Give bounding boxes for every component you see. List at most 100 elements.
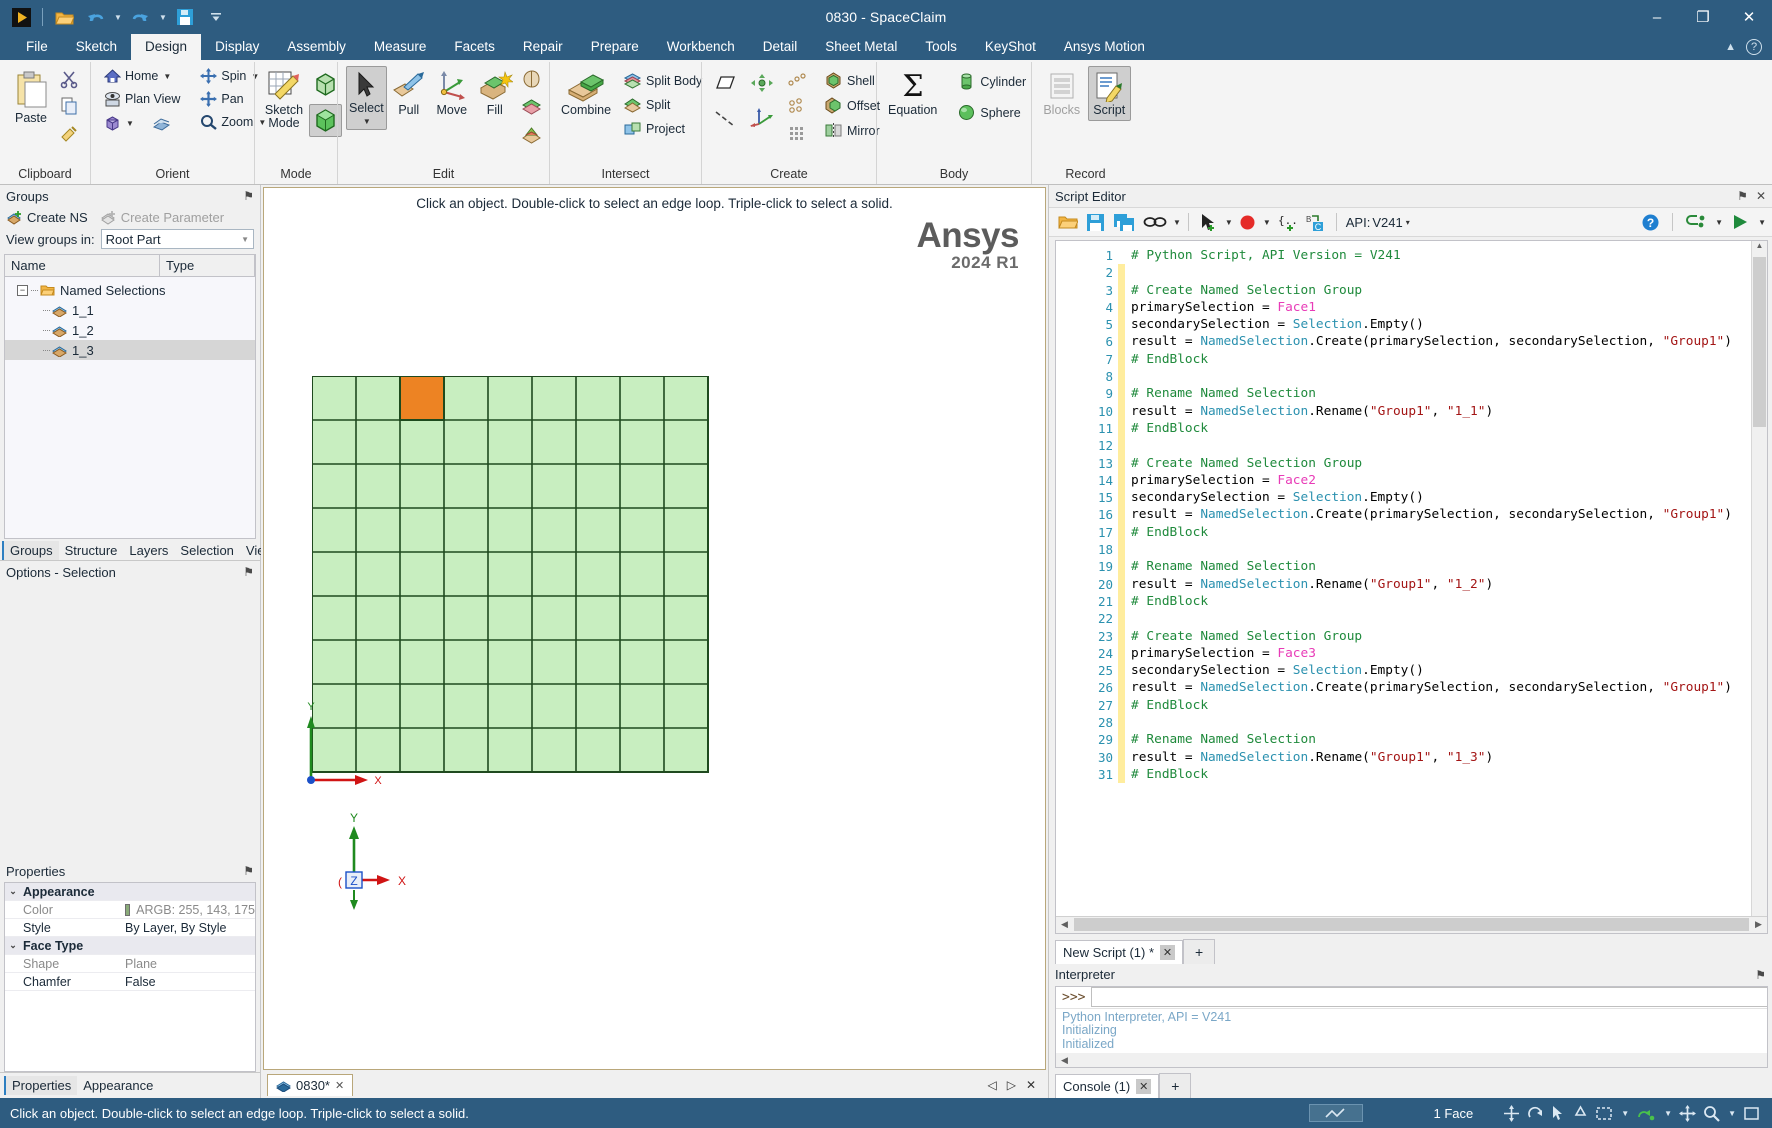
- pin-icon[interactable]: ⚑: [1737, 189, 1748, 203]
- project-button[interactable]: Project: [618, 118, 707, 139]
- tab-measure[interactable]: Measure: [360, 34, 441, 60]
- axis-icon[interactable]: [747, 104, 777, 130]
- code-vertical-scrollbar[interactable]: ▲: [1751, 241, 1767, 916]
- hscroll-thumb[interactable]: [1074, 918, 1749, 931]
- code-line[interactable]: # EndBlock: [1131, 593, 1767, 610]
- chevron-down-icon[interactable]: ⌄: [5, 886, 21, 897]
- convert-to-csharp-icon[interactable]: BC: [1303, 210, 1329, 235]
- app-menu-icon[interactable]: [7, 4, 35, 30]
- line-axis-icon[interactable]: [710, 106, 740, 132]
- property-row-chamfer[interactable]: Chamfer False: [5, 973, 255, 991]
- select-button[interactable]: Select ▼: [346, 66, 387, 131]
- customize-qat-icon[interactable]: [202, 4, 230, 30]
- tab-sheet-metal[interactable]: Sheet Metal: [811, 34, 911, 60]
- code-line[interactable]: result = NamedSelection.Create(primarySe…: [1131, 679, 1767, 696]
- home-button[interactable]: Home ▼: [99, 66, 185, 86]
- code-line[interactable]: secondarySelection = Selection.Empty(): [1131, 662, 1767, 679]
- tab-repair[interactable]: Repair: [509, 34, 577, 60]
- code-line[interactable]: # Rename Named Selection: [1131, 385, 1767, 402]
- code-line[interactable]: [1131, 264, 1767, 281]
- property-row-style[interactable]: Style By Layer, By Style: [5, 919, 255, 937]
- tab-file[interactable]: File: [12, 34, 62, 60]
- move-button[interactable]: Move: [431, 66, 473, 121]
- tab-structure[interactable]: Structure: [59, 541, 124, 560]
- code-line[interactable]: result = NamedSelection.Rename("Group1",…: [1131, 749, 1767, 766]
- circle-pattern-icon[interactable]: [784, 95, 812, 117]
- code-line[interactable]: # EndBlock: [1131, 524, 1767, 541]
- tab-selection[interactable]: Selection: [174, 541, 239, 560]
- pin-icon[interactable]: ⚑: [243, 565, 254, 579]
- anchor-icon[interactable]: [1573, 1104, 1588, 1122]
- equation-button[interactable]: Σ Equation: [885, 66, 940, 121]
- code-line[interactable]: primarySelection = Face3: [1131, 645, 1767, 662]
- api-dropdown-icon[interactable]: ▾: [1406, 218, 1410, 227]
- pull-button[interactable]: Pull: [388, 66, 430, 121]
- collapse-ribbon-icon[interactable]: ▲: [1725, 41, 1736, 53]
- view-cube-dropdown-icon[interactable]: ▼: [126, 119, 134, 128]
- select-insert-dropdown-icon[interactable]: ▼: [1225, 218, 1233, 227]
- nav-close-icon[interactable]: ✕: [1026, 1078, 1036, 1092]
- code-line[interactable]: # EndBlock: [1131, 351, 1767, 368]
- code-line[interactable]: secondarySelection = Selection.Empty(): [1131, 316, 1767, 333]
- scroll-up-icon[interactable]: ▲: [1752, 241, 1767, 257]
- move-cursor-icon[interactable]: [1503, 1104, 1520, 1122]
- tab-keyshot[interactable]: KeyShot: [971, 34, 1050, 60]
- code-line[interactable]: # Create Named Selection Group: [1131, 455, 1767, 472]
- tab-detail[interactable]: Detail: [749, 34, 812, 60]
- close-icon[interactable]: ✕: [335, 1079, 344, 1092]
- code-line[interactable]: # Rename Named Selection: [1131, 731, 1767, 748]
- script-tab-new-script[interactable]: New Script (1) * ✕: [1055, 939, 1184, 964]
- tree-node-1-2[interactable]: 1_2: [5, 320, 255, 340]
- pin-icon[interactable]: ⚑: [243, 864, 254, 878]
- plane-icon[interactable]: [710, 70, 740, 96]
- sketch-plane-dropdown-icon[interactable]: ▼: [1664, 1109, 1672, 1118]
- record-dropdown-icon[interactable]: ▼: [1263, 218, 1271, 227]
- origin-icon[interactable]: [747, 70, 777, 96]
- console-tab[interactable]: Console (1) ✕: [1055, 1074, 1160, 1098]
- nav-prev-icon[interactable]: ◁: [987, 1078, 996, 1092]
- code-line[interactable]: primarySelection = Face2: [1131, 472, 1767, 489]
- properties-section-face-type[interactable]: ⌄ Face Type: [5, 937, 255, 955]
- zoom-status-dropdown-icon[interactable]: ▼: [1728, 1109, 1736, 1118]
- select-insert-icon[interactable]: [1196, 210, 1222, 235]
- code-editor[interactable]: 1 2 3 4 5 6 7 8 9 10 11 12 13 14 15 16 17 18 19 20 21 22 23 24 2…: [1055, 240, 1768, 934]
- plan-view-button[interactable]: Plan View: [99, 89, 185, 109]
- run-dropdown-icon[interactable]: ▼: [1758, 218, 1766, 227]
- insert-parameter-icon[interactable]: {..}: [1273, 210, 1301, 235]
- link-icon[interactable]: [1140, 211, 1170, 233]
- scroll-thumb[interactable]: [1753, 257, 1766, 427]
- close-button[interactable]: ✕: [1726, 0, 1772, 34]
- select-dropdown-icon[interactable]: ▼: [363, 117, 371, 126]
- code-line[interactable]: # Create Named Selection Group: [1131, 282, 1767, 299]
- tree-node-1-3[interactable]: 1_3: [5, 340, 255, 360]
- interpreter-scrollbar[interactable]: ◀: [1056, 1053, 1767, 1067]
- code-text[interactable]: # Python Script, API Version = V241 # Cr…: [1125, 241, 1767, 916]
- tab-groups[interactable]: Groups: [2, 541, 59, 560]
- add-console-tab-button[interactable]: +: [1159, 1073, 1192, 1098]
- color-swatch[interactable]: [125, 903, 131, 916]
- paste-button[interactable]: Paste: [8, 66, 54, 129]
- chevron-down-icon[interactable]: ⌄: [5, 940, 21, 951]
- code-line[interactable]: # Rename Named Selection: [1131, 558, 1767, 575]
- pin-icon[interactable]: ⚑: [1755, 968, 1766, 982]
- blend-icon[interactable]: [517, 94, 546, 120]
- close-icon[interactable]: ✕: [1160, 944, 1176, 960]
- scroll-left-icon[interactable]: ◀: [1056, 919, 1073, 930]
- fit-status-icon[interactable]: [1743, 1106, 1760, 1121]
- format-painter-icon[interactable]: [56, 120, 82, 146]
- code-line[interactable]: result = NamedSelection.Create(primarySe…: [1131, 506, 1767, 523]
- sphere-button[interactable]: Sphere: [952, 101, 1031, 124]
- script-button[interactable]: Script: [1087, 66, 1131, 122]
- rotate-cursor-icon[interactable]: [1527, 1105, 1544, 1122]
- code-line[interactable]: result = NamedSelection.Create(primarySe…: [1131, 333, 1767, 350]
- code-line[interactable]: # EndBlock: [1131, 697, 1767, 714]
- help-icon[interactable]: ?: [1746, 39, 1762, 55]
- tab-assembly[interactable]: Assembly: [273, 34, 360, 60]
- debug-dropdown-icon[interactable]: ▼: [1715, 218, 1723, 227]
- add-script-tab-button[interactable]: +: [1183, 938, 1216, 964]
- tab-design[interactable]: Design: [131, 34, 202, 60]
- section-dropdown-icon[interactable]: ▼: [1621, 1109, 1629, 1118]
- code-line[interactable]: # EndBlock: [1131, 766, 1767, 783]
- sketch-mode-button[interactable]: Sketch Mode: [263, 66, 305, 134]
- tab-workbench[interactable]: Workbench: [653, 34, 749, 60]
